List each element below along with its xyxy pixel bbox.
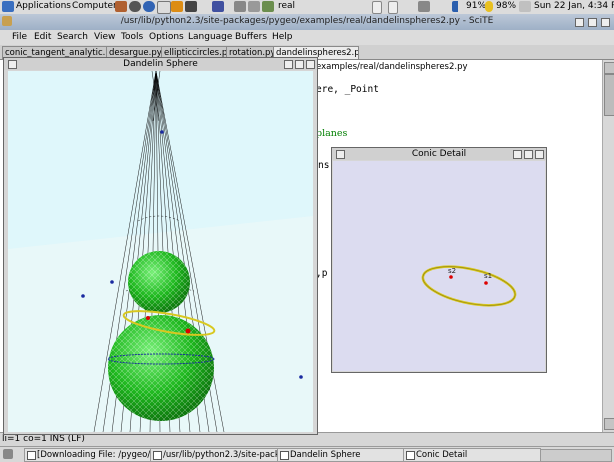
show-desktop-icon[interactable] — [3, 449, 13, 459]
conic-titlebar: Conic Detail — [332, 148, 546, 160]
conic-title: Conic Detail — [411, 149, 467, 159]
menubar: File Edit Search View Tools Options Lang… — [0, 30, 614, 45]
maximize-icon[interactable] — [588, 18, 597, 27]
close-icon[interactable] — [306, 60, 315, 69]
task-downloading[interactable]: [Downloading File: /pygeo/PyG — [24, 448, 161, 462]
speaker-icon[interactable] — [418, 1, 430, 12]
menu-help[interactable]: Help — [272, 32, 293, 42]
image-icon[interactable] — [262, 1, 274, 12]
browser-icon[interactable] — [129, 1, 141, 12]
close-icon[interactable] — [535, 150, 544, 159]
minimize-icon[interactable] — [513, 150, 522, 159]
dandelin-title: Dandelin Sphere — [123, 59, 198, 69]
point — [81, 294, 85, 298]
globe-icon[interactable] — [143, 1, 155, 12]
chip-icon[interactable] — [212, 1, 224, 12]
menu-tools[interactable]: Tools — [121, 32, 143, 42]
menu-view[interactable]: View — [94, 32, 115, 42]
menu-edit[interactable]: Edit — [34, 32, 51, 42]
focus-point — [146, 316, 150, 320]
label-s1: s1 — [484, 272, 492, 280]
workspace-switcher[interactable] — [540, 449, 612, 462]
menu-search[interactable]: Search — [57, 32, 88, 42]
minimize-icon[interactable] — [575, 18, 584, 27]
scroll-up-icon[interactable] — [604, 62, 614, 74]
vertical-scrollbar[interactable] — [602, 60, 614, 432]
brightness-text: 98% — [496, 1, 517, 11]
scite-titlebar: /usr/lib/python2.3/site-packages/pygeo/e… — [0, 14, 614, 30]
conic-window: Conic Detail s2 s1 — [331, 147, 547, 373]
status-text: li=1 co=1 INS (LF) — [2, 434, 85, 444]
applications-menu[interactable]: Applications — [16, 1, 71, 11]
code-line: ns — [318, 160, 330, 171]
pencil-icon[interactable] — [171, 1, 183, 12]
point — [110, 280, 114, 284]
window-title: /usr/lib/python2.3/site-packages/pygeo/e… — [120, 16, 494, 26]
close-icon[interactable] — [601, 18, 610, 27]
apex-point — [160, 130, 164, 134]
dropdown-icon[interactable] — [372, 1, 382, 14]
battery-text: 91% — [466, 1, 487, 11]
focus-point-s1 — [484, 281, 488, 285]
task-conic[interactable]: Conic Detail — [403, 448, 541, 462]
dandelin-3d-view[interactable] — [8, 71, 313, 432]
code-comment: planes — [316, 128, 348, 139]
upper-sphere-mesh — [128, 251, 190, 313]
point — [299, 375, 303, 379]
window-icon[interactable] — [157, 1, 171, 14]
maximize-icon[interactable] — [524, 150, 533, 159]
conic-2d-view[interactable]: s2 s1 — [333, 161, 545, 371]
files-icon[interactable] — [234, 1, 246, 12]
cpu-graph-icon — [452, 1, 462, 12]
computer-menu[interactable]: Computer — [72, 1, 117, 11]
conic-background — [333, 161, 545, 371]
menu-options[interactable]: Options — [149, 32, 184, 42]
task-dandelin[interactable]: Dandelin Sphere — [277, 448, 414, 462]
scroll-thumb[interactable] — [604, 74, 614, 116]
menu-buffers[interactable]: Buffers — [235, 32, 267, 42]
scroll-down-icon[interactable] — [604, 418, 614, 430]
focus-point — [185, 328, 191, 334]
window-menu-icon[interactable] — [8, 60, 17, 69]
screenshot-icon[interactable] — [248, 1, 260, 12]
network-icon — [519, 1, 531, 12]
foot-icon[interactable] — [2, 1, 14, 12]
focus-point-s2 — [449, 275, 453, 279]
dandelin-window: Dandelin Sphere — [3, 57, 318, 435]
dropdown-icon[interactable] — [388, 1, 398, 14]
real-label: real — [278, 1, 296, 11]
taskbar: [Downloading File: /pygeo/PyG /usr/lib/p… — [0, 446, 614, 462]
path-fragment: examples/real/dandelinspheres2.py — [316, 62, 468, 72]
task-scite[interactable]: /usr/lib/python2.3/site-packag — [150, 448, 288, 462]
dandelin-titlebar: Dandelin Sphere — [4, 58, 317, 70]
label-s2: s2 — [448, 267, 456, 275]
bulb-icon — [485, 1, 493, 12]
top-panel: Applications Computer real 91% 98% Sun 2… — [0, 0, 614, 15]
window-menu-icon[interactable] — [336, 150, 345, 159]
menu-file[interactable]: File — [12, 32, 27, 42]
code-line: ere, _Point — [316, 84, 379, 95]
menu-language[interactable]: Language — [188, 32, 232, 42]
maximize-icon[interactable] — [295, 60, 304, 69]
terminal-icon[interactable] — [185, 1, 197, 12]
clock[interactable]: Sun 22 Jan, 4:34 PM — [534, 1, 614, 11]
launcher-icon[interactable] — [115, 1, 127, 12]
minimize-icon[interactable] — [284, 60, 293, 69]
